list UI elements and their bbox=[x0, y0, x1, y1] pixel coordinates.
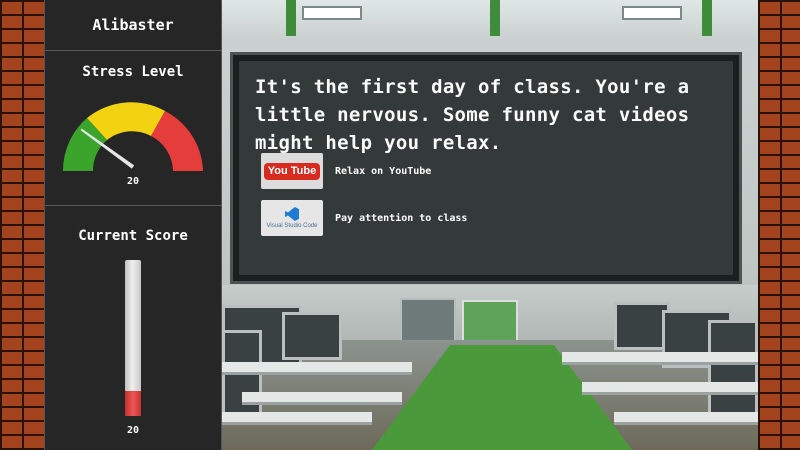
brick-wall-left bbox=[0, 0, 44, 450]
chalkboard: It's the first day of class. You're a li… bbox=[230, 52, 742, 284]
desk-monitor bbox=[222, 330, 262, 420]
choice-label: Pay attention to class bbox=[335, 212, 468, 224]
ceiling-beam bbox=[702, 0, 712, 36]
score-panel: Current Score 20 bbox=[45, 206, 221, 450]
choice-pay-attention[interactable]: Visual Studio Code Pay attention to clas… bbox=[261, 200, 467, 236]
choice-label: Relax on YouTube bbox=[335, 165, 432, 177]
desk bbox=[614, 412, 758, 425]
desk-monitor bbox=[282, 312, 342, 360]
vscode-logo-text: Visual Studio Code bbox=[266, 223, 318, 229]
chalkboard-surface: It's the first day of class. You're a li… bbox=[239, 61, 733, 275]
desk bbox=[222, 362, 412, 375]
score-title: Current Score bbox=[78, 228, 188, 244]
ceiling-light bbox=[622, 6, 682, 20]
visual-studio-code-icon: Visual Studio Code bbox=[261, 200, 323, 236]
story-text: It's the first day of class. You're a li… bbox=[255, 76, 690, 154]
stress-gauge bbox=[62, 102, 203, 171]
ceiling-beam bbox=[286, 0, 296, 36]
vscode-mark-icon bbox=[285, 207, 299, 221]
youtube-icon: You Tube bbox=[261, 153, 323, 189]
classroom-screen bbox=[400, 298, 456, 342]
brick-wall-right bbox=[758, 0, 800, 450]
ceiling-beam bbox=[490, 0, 500, 36]
desk bbox=[582, 382, 758, 395]
stress-value: 20 bbox=[126, 176, 140, 187]
classroom-scene: It's the first day of class. You're a li… bbox=[222, 0, 758, 450]
desk bbox=[562, 352, 758, 365]
desk bbox=[242, 392, 402, 405]
ceiling bbox=[222, 0, 758, 40]
score-bar-fill bbox=[125, 391, 141, 416]
choice-relax-youtube[interactable]: You Tube Relax on YouTube bbox=[261, 153, 431, 189]
desk-monitor bbox=[708, 320, 758, 420]
score-bar bbox=[125, 260, 141, 416]
score-value: 20 bbox=[126, 425, 140, 436]
player-name: Alibaster bbox=[45, 0, 221, 51]
youtube-logo-text: You Tube bbox=[263, 162, 321, 180]
stress-title: Stress Level bbox=[82, 64, 184, 80]
stress-panel: Stress Level 20 bbox=[45, 51, 221, 206]
sidebar: Alibaster Stress Level 20 Current Score … bbox=[44, 0, 222, 450]
ceiling-light bbox=[302, 6, 362, 20]
desk bbox=[222, 412, 372, 425]
